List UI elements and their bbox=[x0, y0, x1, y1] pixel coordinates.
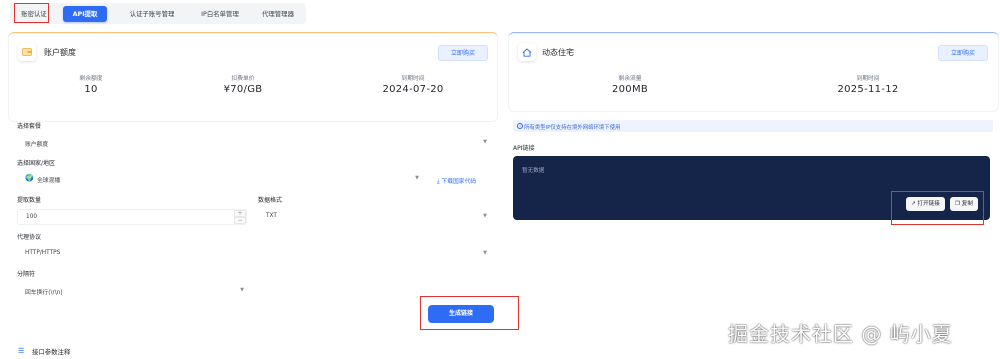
empty-text: 暂无数据 bbox=[522, 168, 545, 174]
quantity-label: 提取数量 bbox=[17, 197, 42, 204]
separator-value: 回车换行(\r\n) bbox=[25, 290, 63, 296]
card-title: 账户额度 bbox=[44, 48, 76, 57]
stat-label: 到期时间 bbox=[856, 76, 880, 82]
stat-remaining-quota: 剩余额度 10 bbox=[36, 73, 146, 95]
tab-api-extract[interactable]: API提取 bbox=[63, 6, 107, 22]
notice-text: 所有类型IP仅支持在境外网络环境下使用 bbox=[524, 124, 621, 131]
chevron-down-icon: ▼ bbox=[483, 250, 487, 256]
quantity-input[interactable]: 100 bbox=[17, 209, 247, 225]
protocol-value: HTTP/HTTPS bbox=[25, 250, 61, 256]
account-quota-card: 账户额度 立即购买 剩余额度 10 扣费单价 ¥70/GB 到期时间 2024-… bbox=[8, 32, 498, 122]
stat-remaining-traffic: 剩余流量 200MB bbox=[575, 73, 685, 95]
quantity-stepper[interactable]: + − bbox=[234, 210, 246, 224]
interface-params-label: 接口参数注释 bbox=[32, 348, 71, 356]
api-link-label: API链接 bbox=[513, 145, 535, 152]
decrement-button[interactable]: − bbox=[234, 217, 246, 224]
wallet-icon bbox=[18, 43, 36, 61]
highlight-box bbox=[420, 296, 519, 330]
package-select[interactable]: 账户额度 ▼ bbox=[17, 135, 493, 151]
separator-select[interactable]: 回车换行(\r\n) ▼ bbox=[17, 283, 250, 299]
chevron-down-icon: ▼ bbox=[415, 175, 419, 181]
country-value: 全球混播 bbox=[37, 178, 61, 184]
tab-proxy-manager[interactable]: 代理管理器 bbox=[252, 6, 304, 22]
format-select[interactable]: TXT ▼ bbox=[258, 209, 493, 225]
format-value: TXT bbox=[266, 213, 277, 219]
watermark: 掘金技术社区 @ 屿小夏 bbox=[728, 322, 953, 346]
protocol-select[interactable]: HTTP/HTTPS ▼ bbox=[17, 246, 493, 262]
increment-button[interactable]: + bbox=[234, 210, 246, 217]
tab-sub-account[interactable]: 认证子账号管理 bbox=[116, 6, 188, 22]
stat-label: 剩余额度 bbox=[79, 76, 103, 82]
residential-card: 动态住宅 立即购买 剩余流量 200MB 到期时间 2025-11-12 bbox=[508, 32, 999, 112]
format-label: 数据格式 bbox=[258, 197, 283, 204]
stat-label: 到期时间 bbox=[401, 76, 425, 82]
list-settings-icon: ☰ bbox=[18, 347, 25, 355]
download-icon: ⤓ bbox=[437, 179, 440, 185]
country-select[interactable]: 🌍 全球混播 ▼ bbox=[17, 171, 425, 187]
stat-expiry: 到期时间 2025-11-12 bbox=[813, 73, 923, 95]
stat-unit-price: 扣费单价 ¥70/GB bbox=[188, 73, 298, 95]
stat-value: 200MB bbox=[611, 84, 649, 95]
highlight-box bbox=[891, 191, 984, 225]
download-label: 下载国家代码 bbox=[441, 179, 477, 185]
stat-label: 剩余流量 bbox=[618, 76, 642, 82]
quantity-value: 100 bbox=[26, 214, 38, 220]
house-icon bbox=[518, 43, 536, 61]
buy-now-button[interactable]: 立即购买 bbox=[438, 45, 488, 61]
chevron-down-icon: ▼ bbox=[483, 213, 487, 219]
tab-bar: 账密认证 API提取 认证子账号管理 IP白名单管理 代理管理器 bbox=[10, 3, 306, 24]
download-country-codes-link[interactable]: ⤓ 下载国家代码 bbox=[437, 176, 476, 186]
country-label: 选择国家/地区 bbox=[17, 160, 56, 167]
stat-value: 2025-11-12 bbox=[837, 84, 899, 95]
tab-ip-whitelist[interactable]: IP白名单管理 bbox=[190, 6, 250, 22]
buy-now-button[interactable]: 立即购买 bbox=[938, 45, 988, 61]
stat-label: 扣费单价 bbox=[231, 76, 255, 82]
stat-expiry: 到期时间 2024-07-20 bbox=[358, 73, 468, 95]
stat-value: 10 bbox=[84, 84, 98, 95]
card-title: 动态住宅 bbox=[542, 48, 574, 57]
package-value: 账户额度 bbox=[25, 142, 49, 148]
separator-label: 分隔符 bbox=[17, 271, 36, 278]
highlight-box bbox=[14, 3, 49, 23]
protocol-label: 代理协议 bbox=[17, 234, 42, 241]
chevron-down-icon: ▼ bbox=[483, 139, 487, 145]
notice-bar: i 所有类型IP仅支持在境外网络环境下使用 bbox=[513, 120, 993, 132]
stat-value: 2024-07-20 bbox=[382, 84, 444, 95]
package-label: 选择套餐 bbox=[17, 123, 42, 130]
chevron-down-icon: ▼ bbox=[240, 287, 244, 293]
info-icon: i bbox=[517, 122, 523, 129]
globe-icon: 🌍 bbox=[25, 174, 34, 182]
stat-value: ¥70/GB bbox=[223, 84, 263, 95]
